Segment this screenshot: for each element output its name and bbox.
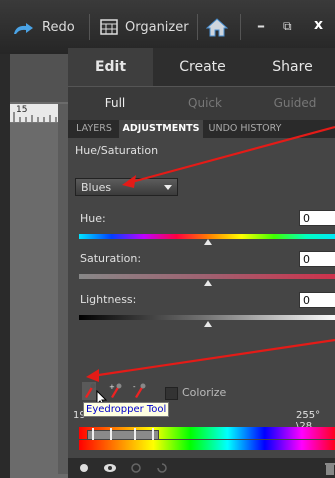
annotation-arrows: [86, 125, 335, 382]
annotation-arrow-1-head: [122, 175, 136, 188]
annotation-arrow-2: [91, 338, 335, 378]
annotation-arrow-1: [127, 125, 335, 185]
annotation-arrow-2-head: [86, 369, 99, 382]
